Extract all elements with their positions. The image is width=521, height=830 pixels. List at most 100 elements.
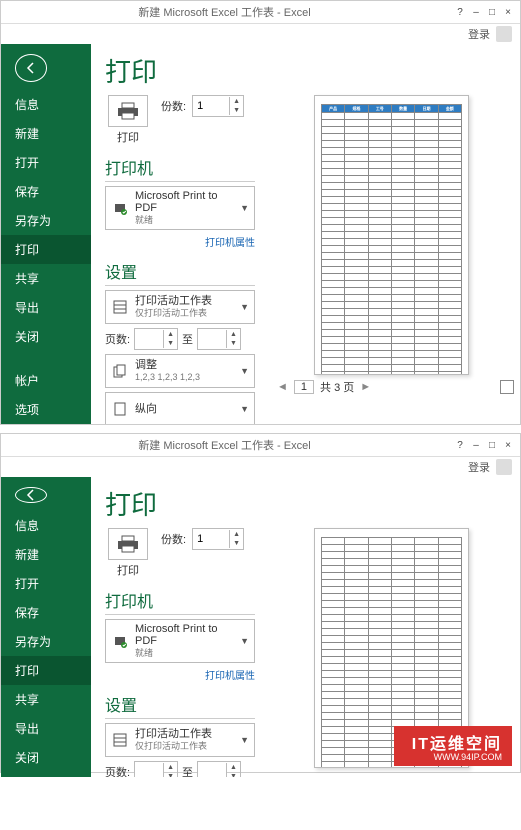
sidebar-item-new[interactable]: 新建 bbox=[1, 119, 91, 148]
pages-label: 页数: bbox=[105, 331, 130, 347]
printer-icon bbox=[108, 95, 148, 127]
pages-to[interactable]: ▲▼ bbox=[197, 761, 241, 777]
prev-page-button[interactable]: ◄ bbox=[277, 381, 288, 393]
help-button[interactable]: ? bbox=[454, 6, 466, 18]
print-what-select[interactable]: 打印活动工作表仅打印活动工作表 ▼ bbox=[105, 290, 255, 324]
printer-status: 就绪 bbox=[135, 214, 234, 226]
print-what-select[interactable]: 打印活动工作表仅打印活动工作表 ▼ bbox=[105, 723, 255, 757]
orientation-select[interactable]: 纵向 ▼ bbox=[105, 392, 255, 424]
sidebar-item-close[interactable]: 关闭 bbox=[1, 743, 91, 772]
printer-name: Microsoft Print to PDF bbox=[135, 190, 234, 214]
back-button[interactable] bbox=[15, 54, 47, 82]
printer-select[interactable]: Microsoft Print to PDF就绪 ▼ bbox=[105, 619, 255, 663]
sidebar-item-open[interactable]: 打开 bbox=[1, 569, 91, 598]
page-of: 共 3 页 bbox=[320, 379, 354, 395]
zoom-to-page-button[interactable] bbox=[500, 380, 514, 394]
print-button-label: 打印 bbox=[105, 562, 151, 578]
printer-status: 就绪 bbox=[135, 647, 234, 659]
spin-down-icon[interactable]: ▼ bbox=[230, 539, 243, 548]
chevron-down-icon: ▼ bbox=[240, 636, 249, 646]
settings-header: 设置 bbox=[105, 259, 255, 283]
chevron-down-icon: ▼ bbox=[240, 302, 249, 312]
copies-label: 份数: bbox=[161, 531, 186, 547]
pages-from[interactable]: ▲▼ bbox=[134, 761, 178, 777]
printer-header: 打印机 bbox=[105, 155, 255, 179]
pages-to[interactable]: ▲▼ bbox=[197, 328, 241, 350]
sidebar-item-open[interactable]: 打开 bbox=[1, 148, 91, 177]
printer-name: Microsoft Print to PDF bbox=[135, 623, 234, 647]
excel-window-top: 新建 Microsoft Excel 工作表 - Excel ? – □ × 登… bbox=[0, 0, 521, 425]
sidebar-item-share[interactable]: 共享 bbox=[1, 264, 91, 293]
sidebar-item-saveas[interactable]: 另存为 bbox=[1, 206, 91, 235]
printer-icon bbox=[108, 528, 148, 560]
print-button[interactable]: 打印 bbox=[105, 95, 151, 145]
pages-to-label: 至 bbox=[182, 331, 193, 347]
sidebar-item-share[interactable]: 共享 bbox=[1, 685, 91, 714]
titlebar: 新建 Microsoft Excel 工作表 - Excel ? – □ × bbox=[1, 434, 520, 457]
sidebar-item-new[interactable]: 新建 bbox=[1, 540, 91, 569]
watermark: IT运维空间 WWW.94IP.COM bbox=[394, 726, 512, 766]
sheets-icon bbox=[111, 731, 129, 749]
close-button[interactable]: × bbox=[502, 6, 514, 18]
copies-input[interactable] bbox=[193, 533, 229, 545]
spin-up-icon[interactable]: ▲ bbox=[230, 530, 243, 539]
login-link[interactable]: 登录 bbox=[468, 26, 490, 42]
print-button[interactable]: 打印 bbox=[105, 528, 151, 578]
sidebar-item-account[interactable]: 帐户 bbox=[1, 366, 91, 395]
avatar[interactable] bbox=[496, 459, 512, 475]
sidebar-item-info[interactable]: 信息 bbox=[1, 511, 91, 540]
pages-from[interactable]: ▲▼ bbox=[134, 328, 178, 350]
login-link[interactable]: 登录 bbox=[468, 459, 490, 475]
sidebar-item-account[interactable]: 帐户 bbox=[1, 772, 91, 801]
sidebar-item-print[interactable]: 打印 bbox=[1, 235, 91, 264]
help-button[interactable]: ? bbox=[454, 439, 466, 451]
sidebar-item-save[interactable]: 保存 bbox=[1, 177, 91, 206]
minimize-button[interactable]: – bbox=[470, 439, 482, 451]
sidebar-item-info[interactable]: 信息 bbox=[1, 90, 91, 119]
chevron-down-icon: ▼ bbox=[240, 404, 249, 414]
printer-properties-link[interactable]: 打印机属性 bbox=[105, 234, 255, 249]
window-title: 新建 Microsoft Excel 工作表 - Excel bbox=[1, 4, 448, 20]
collate-select[interactable]: 调整1,2,3 1,2,3 1,2,3 ▼ bbox=[105, 354, 255, 388]
sidebar-item-saveas[interactable]: 另存为 bbox=[1, 627, 91, 656]
next-page-button[interactable]: ► bbox=[360, 381, 371, 393]
minimize-button[interactable]: – bbox=[470, 6, 482, 18]
chevron-down-icon: ▼ bbox=[240, 735, 249, 745]
copies-label: 份数: bbox=[161, 98, 186, 114]
copies-stepper[interactable]: ▲▼ bbox=[192, 528, 244, 550]
settings-header: 设置 bbox=[105, 692, 255, 716]
pages-to-label: 至 bbox=[182, 764, 193, 777]
pages-label: 页数: bbox=[105, 764, 130, 777]
sidebar-item-options[interactable]: 选项 bbox=[1, 395, 91, 424]
page-current[interactable]: 1 bbox=[294, 380, 314, 394]
spin-up-icon[interactable]: ▲ bbox=[230, 97, 243, 106]
chevron-down-icon: ▼ bbox=[240, 203, 249, 213]
sidebar-item-save[interactable]: 保存 bbox=[1, 598, 91, 627]
restore-button[interactable]: □ bbox=[486, 6, 498, 18]
sidebar-item-print[interactable]: 打印 bbox=[1, 656, 91, 685]
printer-select[interactable]: Microsoft Print to PDF就绪 ▼ bbox=[105, 186, 255, 230]
printer-properties-link[interactable]: 打印机属性 bbox=[105, 667, 255, 682]
sidebar-item-export[interactable]: 导出 bbox=[1, 293, 91, 322]
chevron-down-icon: ▼ bbox=[240, 366, 249, 376]
titlebar: 新建 Microsoft Excel 工作表 - Excel ? – □ × bbox=[1, 1, 520, 24]
print-panel: 打印 打印 份数: ▲ bbox=[91, 44, 520, 424]
spin-down-icon[interactable]: ▼ bbox=[230, 106, 243, 115]
avatar[interactable] bbox=[496, 26, 512, 42]
copies-stepper[interactable]: ▲▼ bbox=[192, 95, 244, 117]
printer-header: 打印机 bbox=[105, 588, 255, 612]
collate-icon bbox=[111, 362, 129, 380]
back-button[interactable] bbox=[15, 487, 47, 503]
copies-input[interactable] bbox=[193, 100, 229, 112]
sidebar-item-close[interactable]: 关闭 bbox=[1, 322, 91, 351]
excel-window-bottom: 新建 Microsoft Excel 工作表 - Excel ? – □ × 登… bbox=[0, 433, 521, 773]
print-button-label: 打印 bbox=[105, 129, 151, 145]
restore-button[interactable]: □ bbox=[486, 439, 498, 451]
print-preview: 产品规格工号数量日期金额 bbox=[314, 95, 469, 375]
sidebar-item-options[interactable]: 选项 bbox=[1, 801, 91, 830]
close-button[interactable]: × bbox=[502, 439, 514, 451]
preview-table: 产品规格工号数量日期金额 bbox=[321, 104, 462, 375]
backstage-sidebar: 信息 新建 打开 保存 另存为 打印 共享 导出 关闭 帐户 选项 bbox=[1, 477, 91, 777]
portrait-icon bbox=[111, 400, 129, 418]
sidebar-item-export[interactable]: 导出 bbox=[1, 714, 91, 743]
